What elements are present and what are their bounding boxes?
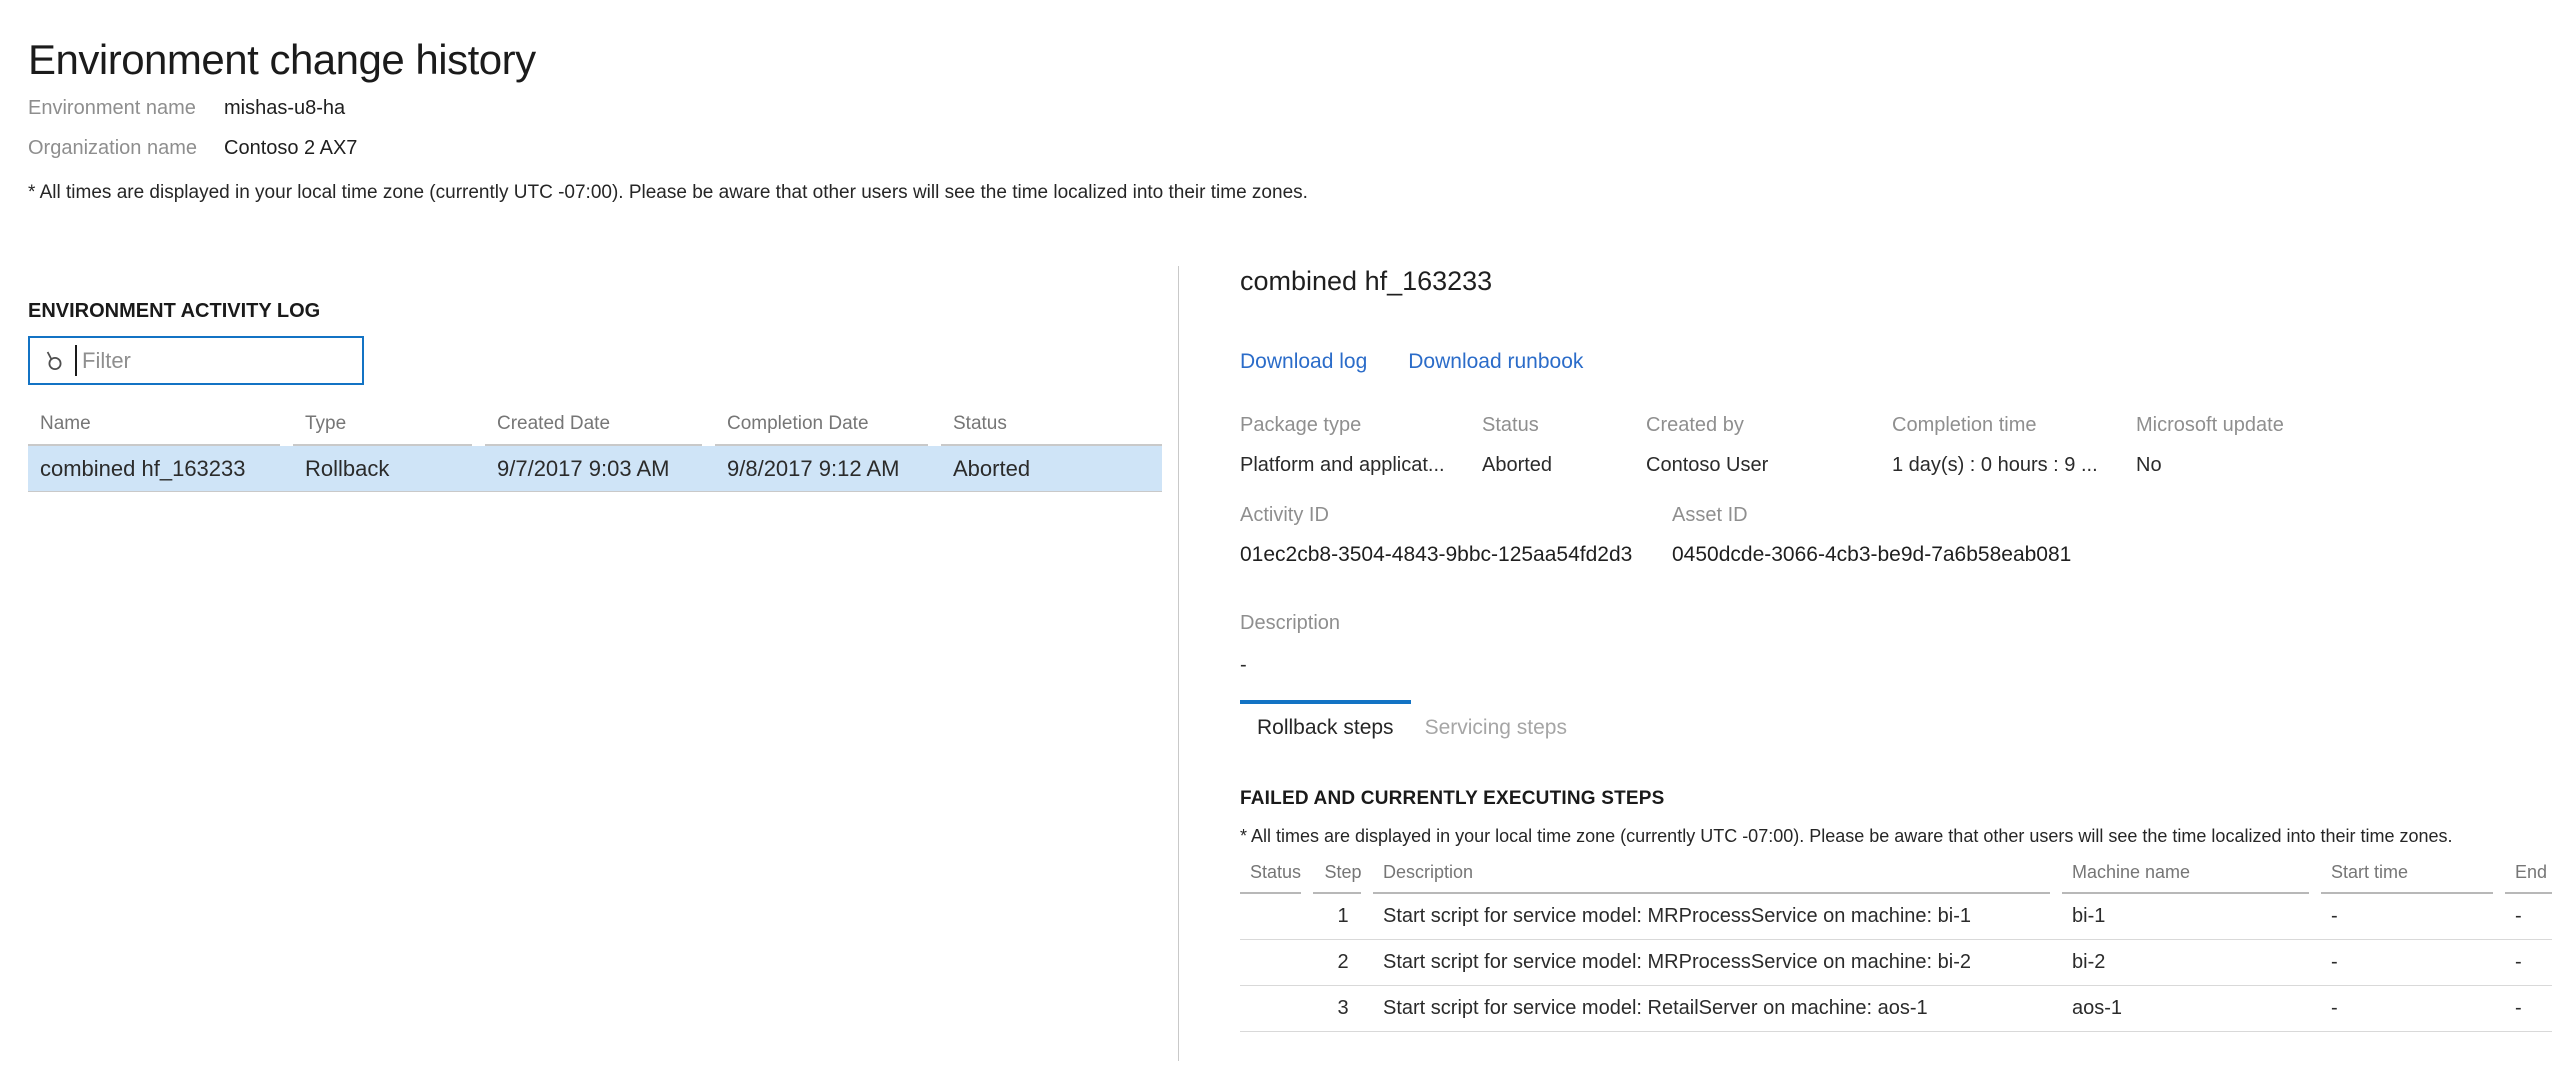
field-value: Aborted [1482,454,1646,477]
tab-rollback-steps[interactable]: Rollback steps [1240,700,1411,740]
field-microsoft-update: Microsoft update No [2136,414,2284,477]
search-icon [42,348,64,372]
steps-heading: FAILED AND CURRENTLY EXECUTING STEPS [1240,788,1665,810]
step-machine-name: bi-2 [2062,940,2321,986]
steps-table: Status Step Description Machine name Sta… [1240,856,2552,1032]
tab-servicing-steps[interactable]: Servicing steps [1408,700,1584,740]
step-row: 2 Start script for service model: MRProc… [1240,940,2552,986]
step-status [1240,986,1313,1032]
timezone-note: * All times are displayed in your local … [28,182,1308,204]
field-completion-time: Completion time 1 day(s) : 0 hours : 9 .… [1892,414,2136,477]
field-value: 01ec2cb8-3504-4843-9bbc-125aa54fd2d3 [1240,543,1672,567]
steps-column-machine-name: Machine name [2062,856,2321,894]
detail-fields-row: Package type Platform and applicat... St… [1240,414,2284,477]
activity-row-type: Rollback [293,446,485,492]
field-package-type: Package type Platform and applicat... [1240,414,1482,477]
organization-name-value: Contoso 2 AX7 [224,137,357,160]
details-panel: combined hf_163233 Download log Download… [1240,0,2552,1075]
column-header-name[interactable]: Name [28,408,293,446]
organization-name-label: Organization name [28,137,224,160]
activity-log-header-row: Name Type Created Date Completion Date S… [28,408,1162,446]
download-runbook-link[interactable]: Download runbook [1408,350,1583,374]
download-log-link[interactable]: Download log [1240,350,1367,374]
environment-name-row: Environment name mishas-u8-ha [28,97,345,120]
environment-name-value: mishas-u8-ha [224,97,345,120]
filter-input[interactable] [28,336,364,385]
field-activity-id: Activity ID 01ec2cb8-3504-4843-9bbc-125a… [1240,504,1672,567]
step-number: 3 [1313,986,1373,1032]
field-value: 1 day(s) : 0 hours : 9 ... [1892,454,2136,477]
column-header-status[interactable]: Status [941,408,1162,446]
steps-timezone-note: * All times are displayed in your local … [1240,826,2453,847]
step-status [1240,940,1313,986]
step-description: Start script for service model: RetailSe… [1373,986,2062,1032]
column-header-completion-date[interactable]: Completion Date [715,408,941,446]
step-row: 1 Start script for service model: MRProc… [1240,894,2552,940]
field-label: Microsoft update [2136,414,2284,437]
page-title: Environment change history [28,36,536,84]
activity-row-selected[interactable]: combined hf_163233 Rollback 9/7/2017 9:0… [28,446,1162,492]
steps-column-step: Step [1313,856,1373,894]
field-label: Completion time [1892,414,2136,437]
activity-log-table: Name Type Created Date Completion Date S… [28,408,1162,492]
field-label: Activity ID [1240,504,1672,527]
activity-row-name: combined hf_163233 [28,446,293,492]
column-header-type[interactable]: Type [293,408,485,446]
field-label: Created by [1646,414,1892,437]
step-number: 1 [1313,894,1373,940]
field-asset-id: Asset ID 0450dcde-3066-4cb3-be9d-7a6b58e… [1672,504,2071,567]
step-description: Start script for service model: MRProces… [1373,940,2062,986]
filter-box [28,336,364,385]
environment-name-label: Environment name [28,97,224,120]
step-start-time: - [2321,894,2505,940]
field-value: Platform and applicat... [1240,454,1482,477]
field-label: Description [1240,612,1340,635]
field-label: Package type [1240,414,1482,437]
steps-column-start-time: Start time [2321,856,2505,894]
detail-links: Download log Download runbook [1240,350,1583,374]
detail-ids-row: Activity ID 01ec2cb8-3504-4843-9bbc-125a… [1240,504,2071,567]
field-label: Asset ID [1672,504,2071,527]
field-value: No [2136,454,2284,477]
panel-divider [1178,266,1179,1061]
field-value: 0450dcde-3066-4cb3-be9d-7a6b58eab081 [1672,543,2071,567]
step-description: Start script for service model: MRProces… [1373,894,2062,940]
activity-row-status: Aborted [941,446,1162,492]
activity-row-completion-date: 9/8/2017 9:12 AM [715,446,941,492]
step-number: 2 [1313,940,1373,986]
step-row: 3 Start script for service model: Retail… [1240,986,2552,1032]
step-machine-name: bi-1 [2062,894,2321,940]
step-machine-name: aos-1 [2062,986,2321,1032]
step-status [1240,894,1313,940]
step-start-time: - [2321,986,2505,1032]
step-end-time: - [2505,940,2552,986]
steps-column-status: Status [1240,856,1313,894]
step-end-time: - [2505,894,2552,940]
field-value: Contoso User [1646,454,1892,477]
steps-header-row: Status Step Description Machine name Sta… [1240,856,2552,894]
detail-tabs: Rollback steps Servicing steps [1240,700,1584,740]
steps-column-end-time: End [2505,856,2552,894]
detail-heading: combined hf_163233 [1240,266,1492,297]
steps-column-description: Description [1373,856,2062,894]
step-start-time: - [2321,940,2505,986]
organization-name-row: Organization name Contoso 2 AX7 [28,137,357,160]
step-end-time: - [2505,986,2552,1032]
field-status: Status Aborted [1482,414,1646,477]
field-description: Description - [1240,612,1340,677]
field-created-by: Created by Contoso User [1646,414,1892,477]
column-header-created-date[interactable]: Created Date [485,408,715,446]
activity-log-heading: ENVIRONMENT ACTIVITY LOG [28,300,320,323]
field-value: - [1240,654,1340,677]
field-label: Status [1482,414,1646,437]
activity-row-created-date: 9/7/2017 9:03 AM [485,446,715,492]
